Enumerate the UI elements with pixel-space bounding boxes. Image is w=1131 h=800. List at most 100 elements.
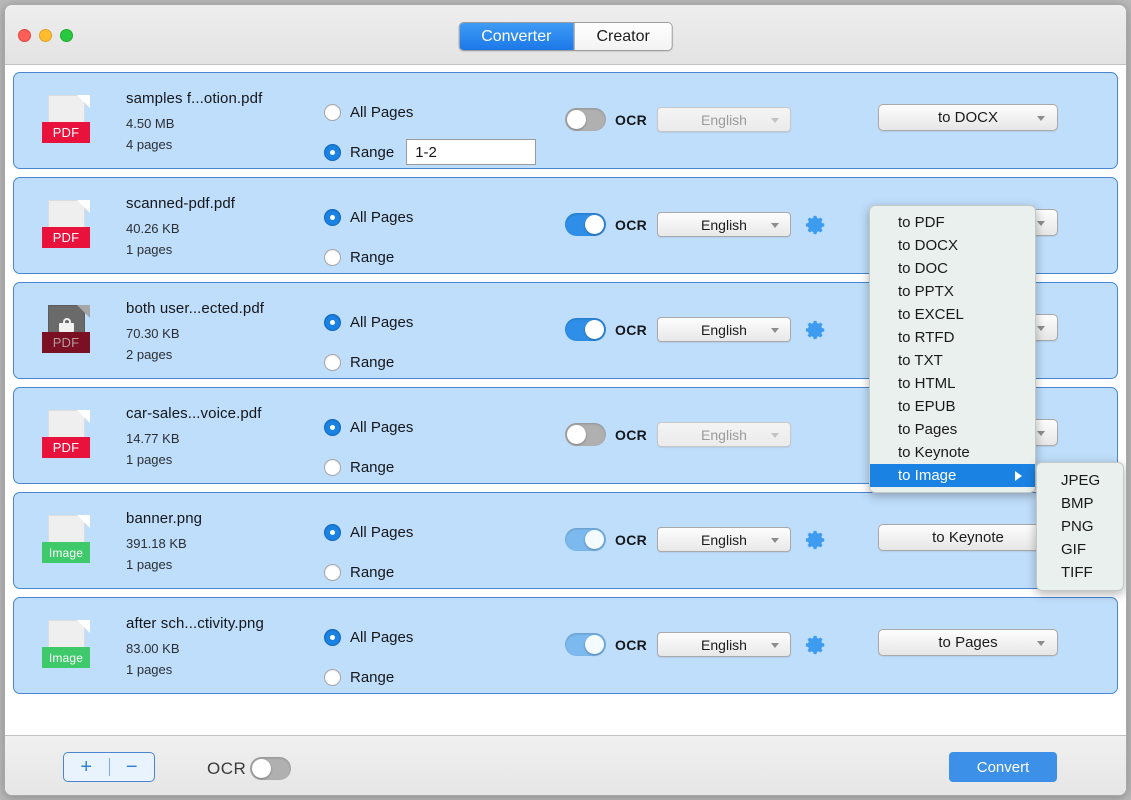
all-pages-option[interactable]: All Pages	[324, 309, 554, 335]
file-row[interactable]: Image banner.png 391.18 KB 1 pages All P…	[13, 492, 1118, 589]
menu-item-to-pptx[interactable]: to PPTX	[870, 280, 1035, 303]
ocr-label: OCR	[615, 637, 647, 653]
menu-item-to-pdf[interactable]: to PDF	[870, 211, 1035, 234]
range-input[interactable]: 1-2	[406, 139, 536, 165]
range-radio[interactable]	[324, 564, 341, 581]
file-page-count: 1 pages	[126, 557, 202, 572]
gear-icon[interactable]	[805, 319, 827, 341]
all-pages-radio[interactable]	[324, 314, 341, 331]
ocr-toggle[interactable]	[565, 528, 606, 551]
file-row[interactable]: PDF samples f...otion.pdf 4.50 MB 4 page…	[13, 72, 1118, 169]
tab-converter[interactable]: Converter	[459, 23, 573, 50]
menu-item-to-doc[interactable]: to DOC	[870, 257, 1035, 280]
all-pages-radio[interactable]	[324, 104, 341, 121]
submenu-item-tiff[interactable]: TIFF	[1037, 561, 1123, 584]
all-pages-option[interactable]: All Pages	[324, 519, 554, 545]
menu-item-to-txt[interactable]: to TXT	[870, 349, 1035, 372]
all-pages-radio[interactable]	[324, 209, 341, 226]
minimize-window-icon[interactable]	[39, 29, 52, 42]
file-name: samples f...otion.pdf	[126, 90, 262, 107]
menu-item-to-image[interactable]: to Image	[870, 464, 1035, 487]
traffic-lights	[18, 29, 73, 42]
all-pages-radio[interactable]	[324, 419, 341, 436]
file-meta: car-sales...voice.pdf 14.77 KB 1 pages	[126, 405, 262, 467]
output-format-select[interactable]: to Pages	[878, 629, 1058, 656]
file-row[interactable]: Image after sch...ctivity.png 83.00 KB 1…	[13, 597, 1118, 694]
output-format-select[interactable]: to DOCX	[878, 104, 1058, 131]
all-pages-option[interactable]: All Pages	[324, 624, 554, 650]
ocr-language-value: English	[701, 217, 747, 233]
range-radio[interactable]	[324, 354, 341, 371]
page-range-options: All Pages Range	[324, 309, 554, 389]
range-option[interactable]: Range	[324, 454, 554, 480]
ocr-controls: OCR English	[565, 632, 827, 657]
output-format-menu[interactable]: to PDF to DOCX to DOC to PPTX to EXCEL t…	[869, 205, 1036, 493]
global-ocr-toggle[interactable]	[250, 757, 291, 780]
gear-icon[interactable]	[805, 214, 827, 236]
app-window: Converter Creator PDF samples f...otion.…	[4, 4, 1127, 796]
close-window-icon[interactable]	[18, 29, 31, 42]
output-format-select[interactable]: to Keynote	[878, 524, 1058, 551]
image-format-submenu[interactable]: JPEG BMP PNG GIF TIFF	[1036, 462, 1124, 591]
add-file-button[interactable]: +	[64, 753, 109, 781]
submenu-item-gif[interactable]: GIF	[1037, 538, 1123, 561]
ocr-language-value: English	[701, 322, 747, 338]
file-name: car-sales...voice.pdf	[126, 405, 262, 422]
ocr-language-select[interactable]: English	[657, 212, 791, 237]
ocr-language-select[interactable]: English	[657, 317, 791, 342]
lock-icon	[59, 318, 74, 332]
submenu-item-png[interactable]: PNG	[1037, 515, 1123, 538]
menu-item-to-rtfd[interactable]: to RTFD	[870, 326, 1035, 349]
all-pages-radio[interactable]	[324, 629, 341, 646]
range-radio[interactable]	[324, 249, 341, 266]
menu-item-to-html[interactable]: to HTML	[870, 372, 1035, 395]
zoom-window-icon[interactable]	[60, 29, 73, 42]
all-pages-option[interactable]: All Pages	[324, 414, 554, 440]
ocr-language-select[interactable]: English	[657, 527, 791, 552]
gear-icon[interactable]	[805, 634, 827, 656]
ocr-toggle[interactable]	[565, 633, 606, 656]
page-range-options: All Pages Range	[324, 414, 554, 494]
ocr-toggle[interactable]	[565, 423, 606, 446]
ocr-language-select[interactable]: English	[657, 422, 791, 447]
file-page-count: 1 pages	[126, 662, 264, 677]
chevron-down-icon	[771, 328, 779, 333]
range-option[interactable]: Range	[324, 559, 554, 585]
pdf-file-icon: PDF	[42, 95, 90, 149]
range-radio[interactable]	[324, 459, 341, 476]
all-pages-label: All Pages	[350, 524, 413, 541]
menu-item-to-pages[interactable]: to Pages	[870, 418, 1035, 441]
file-size: 4.50 MB	[126, 116, 262, 131]
range-option[interactable]: Range	[324, 244, 554, 270]
range-radio[interactable]	[324, 144, 341, 161]
menu-item-to-keynote[interactable]: to Keynote	[870, 441, 1035, 464]
ocr-language-select[interactable]: English	[657, 632, 791, 657]
tab-creator[interactable]: Creator	[573, 23, 671, 50]
all-pages-option[interactable]: All Pages	[324, 204, 554, 230]
chevron-down-icon	[1037, 116, 1045, 121]
menu-item-to-docx[interactable]: to DOCX	[870, 234, 1035, 257]
range-option[interactable]: Range	[324, 349, 554, 375]
submenu-item-jpeg[interactable]: JPEG	[1037, 469, 1123, 492]
remove-file-button[interactable]: −	[110, 753, 155, 781]
ocr-toggle[interactable]	[565, 318, 606, 341]
ocr-controls: OCR English	[565, 527, 827, 552]
title-bar: Converter Creator	[5, 5, 1126, 65]
file-meta: samples f...otion.pdf 4.50 MB 4 pages	[126, 90, 262, 152]
menu-item-to-excel[interactable]: to EXCEL	[870, 303, 1035, 326]
submenu-item-bmp[interactable]: BMP	[1037, 492, 1123, 515]
ocr-toggle[interactable]	[565, 213, 606, 236]
ocr-toggle[interactable]	[565, 108, 606, 131]
range-option[interactable]: Range 1-2	[324, 139, 554, 165]
range-radio[interactable]	[324, 669, 341, 686]
ocr-label: OCR	[615, 322, 647, 338]
ocr-language-select[interactable]: English	[657, 107, 791, 132]
menu-item-to-epub[interactable]: to EPUB	[870, 395, 1035, 418]
all-pages-option[interactable]: All Pages	[324, 99, 554, 125]
file-name: banner.png	[126, 510, 202, 527]
range-option[interactable]: Range	[324, 664, 554, 690]
gear-icon[interactable]	[805, 529, 827, 551]
convert-button[interactable]: Convert	[949, 752, 1057, 782]
all-pages-radio[interactable]	[324, 524, 341, 541]
menu-item-to-image-label: to Image	[898, 467, 956, 484]
